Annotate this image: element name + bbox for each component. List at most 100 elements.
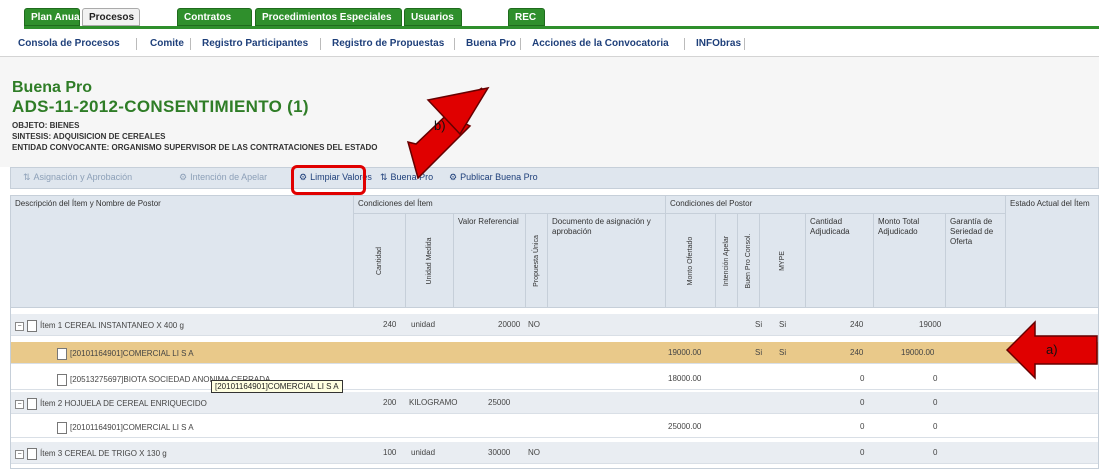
- postor-row[interactable]: [20513275697]BIOTA SOCIEDAD ANONIMA CERR…: [11, 368, 1098, 390]
- asignacion-button[interactable]: ⇅ Asignación y Aprobación: [23, 172, 132, 183]
- document-icon: [27, 320, 37, 332]
- gear-icon: ⚙: [179, 172, 188, 182]
- row-label: [20101164901]COMERCIAL LI S A: [70, 423, 194, 433]
- header-monto-ofertado: Monto Ofertado: [666, 214, 716, 308]
- item-row[interactable]: − Ítem 3 CEREAL DE TRIGO X 130 g 100 unid…: [11, 442, 1098, 464]
- header-monto-total: Monto Total Adjudicado: [874, 214, 946, 308]
- annotation-arrow-b: [406, 86, 490, 180]
- cell-cantidad: 100: [383, 448, 397, 457]
- divider: [454, 38, 455, 50]
- header-documento: Documento de asignación y aprobación: [548, 214, 666, 308]
- tab-procedimientos-especiales[interactable]: Procedimientos Especiales: [255, 8, 402, 26]
- cell-monto-adjudicado: 19000.00: [901, 348, 935, 357]
- cell-cantidad-adjudicada: 0: [860, 422, 865, 431]
- header-descripcion: Descripción del Ítem y Nombre de Postor: [11, 196, 354, 308]
- header-unidad: Unidad Medida: [406, 214, 454, 308]
- divider: [744, 38, 745, 50]
- cell-mype: Si: [779, 320, 787, 329]
- intencion-button[interactable]: ⚙ Intención de Apelar: [179, 172, 267, 183]
- cell-monto-ofertado: 18000.00: [668, 374, 702, 383]
- sintesis-label: SINTESIS: ADQUISICION DE CEREALES: [12, 132, 166, 141]
- action-toolbar: ⇅ Asignación y Aprobación ⚙ Intención de A…: [10, 167, 1099, 189]
- subtab-infobras[interactable]: INFObras: [696, 38, 741, 49]
- subtab-registro-de-propuestas[interactable]: Registro de Propuestas: [332, 38, 444, 49]
- cell-monto-adjudicado: 0: [933, 374, 938, 383]
- postor-row[interactable]: [20101164901]COMERCIAL LI S A 19000.00 S…: [11, 342, 1098, 364]
- expand-toggle-icon[interactable]: − Ítem 2 HOJUELA DE CEREAL ENRIQUECIDO: [15, 398, 207, 410]
- header-cantidad-adjudicada: Cantidad Adjudicada: [806, 214, 874, 308]
- cell-unidad: unidad: [411, 448, 436, 457]
- row-label: Ítem 2 HOJUELA DE CEREAL ENRIQUECIDO: [40, 399, 207, 409]
- divider: [520, 38, 521, 50]
- cell-monto-adjudicado: 0: [933, 398, 938, 407]
- tab-usuarios[interactable]: Usuarios: [404, 8, 462, 26]
- header-cantidad: Cantidad: [354, 214, 406, 308]
- cell-cantidad: 240: [383, 320, 397, 329]
- header-valor: Valor Referencial: [454, 214, 526, 308]
- header-garantia: Garantía de Seriedad de Oferta: [946, 214, 1006, 308]
- document-icon: [57, 348, 67, 360]
- header-intencion: Intención Apelar: [716, 214, 738, 308]
- subtab-registro-participantes[interactable]: Registro Participantes: [202, 38, 308, 49]
- document-icon: [57, 374, 67, 386]
- asignacion-label: Asignación y Aprobación: [33, 172, 133, 182]
- subtab-consola-de-procesos[interactable]: Consola de Procesos: [18, 38, 120, 49]
- document-icon: [57, 422, 67, 434]
- cell-propuesta: NO: [528, 448, 540, 457]
- assign-icon: ⇅: [23, 172, 31, 182]
- cell-cantidad-adjudicada: 0: [860, 448, 865, 457]
- intencion-label: Intención de Apelar: [190, 172, 268, 182]
- row-label: Ítem 3 CEREAL DE TRIGO X 130 g: [40, 449, 167, 459]
- item-row[interactable]: − Ítem 1 CEREAL INSTANTANEO X 400 g 240 u…: [11, 314, 1098, 336]
- cell-unidad: unidad: [411, 320, 436, 329]
- page-title: Buena Pro: [12, 79, 93, 96]
- sub-navigation: Consola de Procesos Comite Registro Part…: [0, 34, 1099, 57]
- cell-unidad: KILOGRAMO: [409, 398, 458, 407]
- divider: [684, 38, 685, 50]
- cell-valor: 20000: [498, 320, 521, 329]
- cell-valor: 25000: [488, 398, 511, 407]
- item-row[interactable]: − Ítem 2 HOJUELA DE CEREAL ENRIQUECIDO 20…: [11, 392, 1098, 414]
- cell-cantidad: 200: [383, 398, 397, 407]
- buena-pro-grid: Descripción del Ítem y Nombre de Postor …: [10, 195, 1099, 469]
- cell-monto-adjudicado: 0: [933, 448, 938, 457]
- tab-plan-anual[interactable]: Plan Anual: [24, 8, 82, 26]
- subtab-comite[interactable]: Comite: [150, 38, 184, 49]
- cell-monto-ofertado: 19000.00: [668, 348, 702, 357]
- header-mype: MYPE: [760, 214, 806, 308]
- tab-procesos[interactable]: Procesos: [82, 8, 140, 26]
- header-group-postor: Condiciones del Postor: [666, 196, 1006, 214]
- row-label: [20101164901]COMERCIAL LI S A: [70, 349, 194, 359]
- header-group-item: Condiciones del Ítem: [354, 196, 666, 214]
- subtab-acciones-de-la-convocatoria[interactable]: Acciones de la Convocatoria: [532, 38, 669, 49]
- row-tooltip: [20101164901]COMERCIAL LI S A: [211, 380, 343, 393]
- header-estado: Estado Actual del Ítem: [1006, 196, 1098, 308]
- cell-buena-pro: Si: [755, 348, 763, 357]
- cell-cantidad-adjudicada: 240: [850, 320, 864, 329]
- expand-toggle-icon[interactable]: − Ítem 1 CEREAL INSTANTANEO X 400 g: [15, 320, 184, 332]
- cell-buena-pro: Si: [755, 320, 763, 329]
- header-propuesta: Propuesta Única: [526, 214, 548, 308]
- cell-cantidad-adjudicada: 240: [850, 348, 864, 357]
- tab-contratos[interactable]: Contratos: [177, 8, 252, 26]
- cell-cantidad-adjudicada: 0: [860, 374, 865, 383]
- cell-valor: 30000: [488, 448, 511, 457]
- divider: [320, 38, 321, 50]
- expand-toggle-icon[interactable]: − Ítem 3 CEREAL DE TRIGO X 130 g: [15, 448, 167, 460]
- subtab-buena-pro[interactable]: Buena Pro: [466, 38, 516, 49]
- row-label: Ítem 1 CEREAL INSTANTANEO X 400 g: [40, 321, 184, 331]
- cell-monto-ofertado: 25000.00: [668, 422, 702, 431]
- top-navigation: Plan Anual Procesos Contratos Procedimie…: [0, 0, 1099, 34]
- cell-monto-adjudicado: 0: [933, 422, 938, 431]
- divider: [190, 38, 191, 50]
- tab-underline: [24, 26, 1099, 29]
- cell-mype: Si: [779, 348, 787, 357]
- document-icon: [27, 448, 37, 460]
- objeto-label: OBJETO: BIENES: [12, 121, 80, 130]
- postor-row[interactable]: [20101164901]COMERCIAL LI S A 25000.00 0…: [11, 416, 1098, 438]
- tab-rec[interactable]: REC: [508, 8, 545, 26]
- divider: [136, 38, 137, 50]
- header-buena-pro: Buen Pro Consol.: [738, 214, 760, 308]
- cell-cantidad-adjudicada: 0: [860, 398, 865, 407]
- cell-propuesta: NO: [528, 320, 540, 329]
